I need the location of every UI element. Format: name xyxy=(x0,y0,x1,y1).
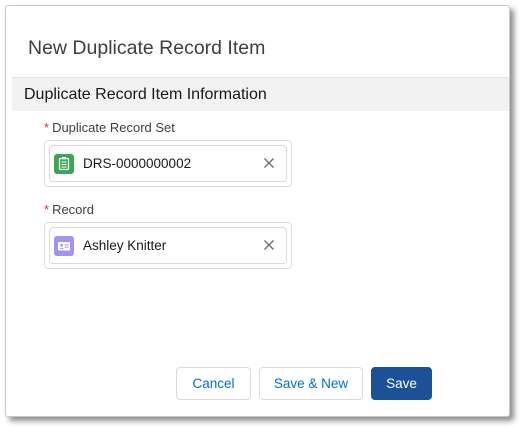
save-button[interactable]: Save xyxy=(371,367,432,400)
duplicate-record-set-icon xyxy=(54,154,74,174)
duplicate-record-set-pill[interactable]: DRS-0000000002 xyxy=(49,145,287,182)
duplicate-record-set-label: * Duplicate Record Set xyxy=(44,120,175,135)
duplicate-record-set-value: DRS-0000000002 xyxy=(83,156,192,171)
modal-title: New Duplicate Record Item xyxy=(28,37,266,59)
contact-card-icon xyxy=(54,236,74,256)
save-and-new-button[interactable]: Save & New xyxy=(259,367,363,400)
record-label: * Record xyxy=(44,202,94,217)
new-duplicate-record-item-modal: New Duplicate Record Item Duplicate Reco… xyxy=(5,5,510,417)
section-title: Duplicate Record Item Information xyxy=(24,86,267,103)
required-marker: * xyxy=(44,120,50,135)
required-marker: * xyxy=(44,202,50,217)
duplicate-record-set-lookup[interactable]: DRS-0000000002 xyxy=(44,140,292,187)
clear-selection-close-icon[interactable] xyxy=(262,238,276,252)
record-lookup[interactable]: Ashley Knitter xyxy=(44,222,292,269)
record-value: Ashley Knitter xyxy=(83,238,167,253)
duplicate-record-set-label-text: Duplicate Record Set xyxy=(52,120,175,135)
section-header[interactable]: Duplicate Record Item Information xyxy=(12,77,509,111)
cancel-button[interactable]: Cancel xyxy=(176,367,251,400)
record-pill[interactable]: Ashley Knitter xyxy=(49,227,287,264)
record-label-text: Record xyxy=(52,202,94,217)
clear-selection-close-icon[interactable] xyxy=(262,156,276,170)
